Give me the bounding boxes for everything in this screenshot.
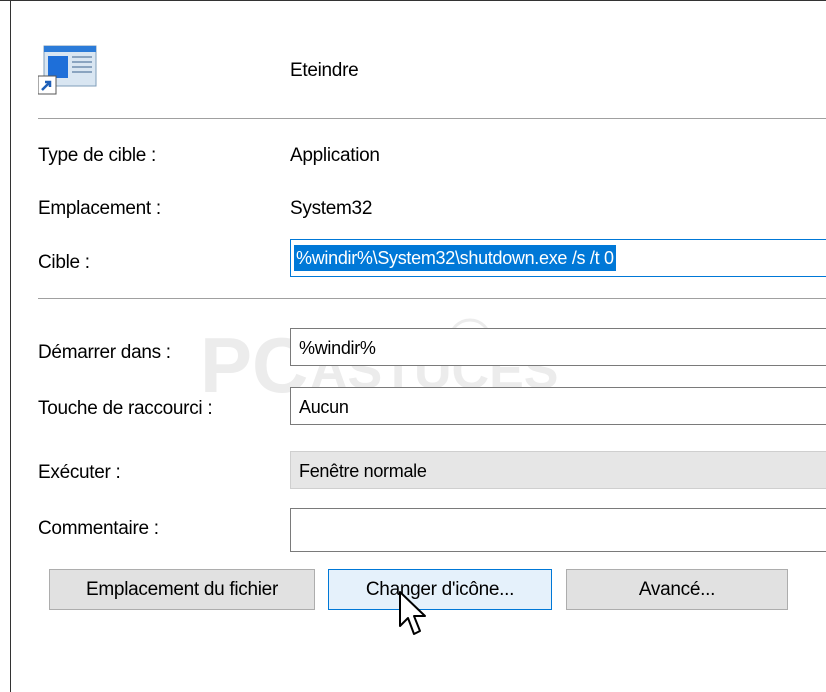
run-select[interactable]: Fenêtre normale bbox=[290, 451, 826, 489]
shortcut-app-icon bbox=[38, 45, 97, 95]
shortcut-key-label: Touche de raccourci : bbox=[38, 398, 213, 419]
window-left-border bbox=[10, 0, 11, 692]
separator-middle bbox=[38, 298, 826, 299]
open-file-location-button[interactable]: Emplacement du fichier bbox=[49, 569, 315, 610]
comment-input[interactable] bbox=[290, 508, 826, 552]
target-type-label: Type de cible : bbox=[38, 145, 157, 166]
start-in-label: Démarrer dans : bbox=[38, 342, 171, 363]
target-label: Cible : bbox=[38, 252, 90, 273]
change-icon-button[interactable]: Changer d'icône... bbox=[328, 569, 552, 610]
start-in-input[interactable]: %windir% bbox=[290, 328, 826, 366]
comment-label: Commentaire : bbox=[38, 518, 159, 539]
mouse-cursor-icon bbox=[399, 591, 426, 635]
target-location-value: System32 bbox=[290, 198, 373, 219]
shortcut-name: Eteindre bbox=[290, 60, 359, 81]
window-top-border bbox=[0, 0, 826, 1]
run-label: Exécuter : bbox=[38, 462, 121, 483]
target-type-value: Application bbox=[290, 145, 380, 166]
target-input[interactable]: %windir%\System32\shutdown.exe /s /t 0 bbox=[290, 239, 826, 277]
target-location-label: Emplacement : bbox=[38, 198, 161, 219]
advanced-button[interactable]: Avancé... bbox=[566, 569, 788, 610]
separator-top bbox=[38, 118, 826, 119]
target-input-selection: %windir%\System32\shutdown.exe /s /t 0 bbox=[294, 245, 616, 271]
shortcut-key-input[interactable]: Aucun bbox=[290, 387, 826, 425]
